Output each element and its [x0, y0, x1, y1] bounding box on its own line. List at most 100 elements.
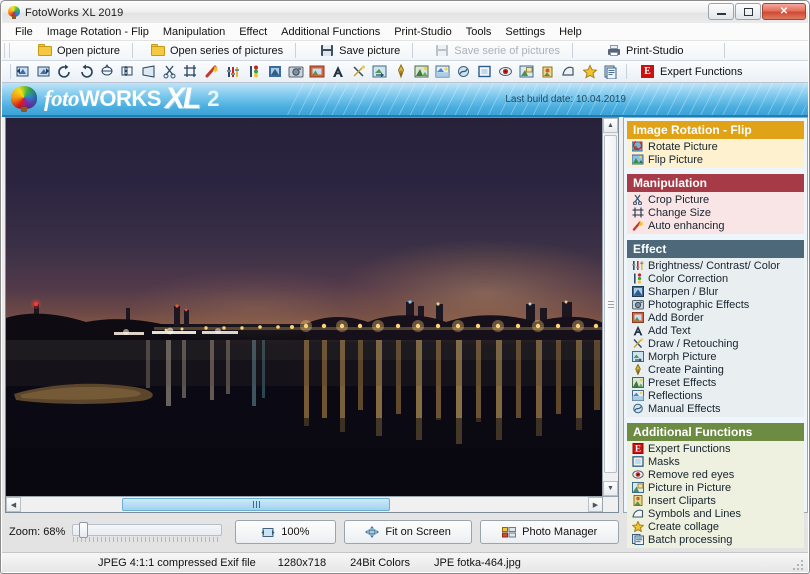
save-series-button[interactable]: Save serie of pictures	[415, 42, 570, 60]
sidebar-item-color-correction[interactable]: Color Correction	[627, 272, 804, 285]
logo-works: WORKS	[79, 86, 161, 112]
picture-in-picture-icon[interactable]	[517, 62, 536, 81]
group-header-effect[interactable]: Effect	[627, 240, 804, 258]
fit-on-screen-button[interactable]: Fit on Screen	[344, 520, 473, 544]
preset-effects-icon[interactable]	[412, 62, 431, 81]
sidebar-item-create-collage[interactable]: Create collage	[627, 520, 804, 533]
sidebar-item-manual-effects[interactable]: Manual Effects	[627, 402, 804, 415]
crop-scissors-icon[interactable]	[160, 62, 179, 81]
insert-cliparts-icon[interactable]	[538, 62, 557, 81]
sidebar-item-draw-retouching[interactable]: Draw / Retouching	[627, 337, 804, 350]
print-studio-button[interactable]: Print-Studio	[575, 42, 693, 60]
sidebar-item-auto-enhancing[interactable]: Auto enhancing	[627, 219, 804, 232]
open-picture-button[interactable]: Open picture	[12, 42, 130, 60]
masks-icon[interactable]	[475, 62, 494, 81]
add-text-icon[interactable]	[328, 62, 347, 81]
photographic-effects-icon[interactable]	[286, 62, 305, 81]
batch-processing-icon[interactable]	[601, 62, 620, 81]
crop-frame-icon[interactable]	[181, 62, 200, 81]
minimize-button[interactable]	[708, 3, 734, 20]
scroll-right-button[interactable]: ▶	[588, 497, 603, 512]
sidebar-item-preset-effects[interactable]: Preset Effects	[627, 376, 804, 389]
rotate-left-icon[interactable]	[13, 62, 32, 81]
menu-settings[interactable]: Settings	[498, 24, 552, 40]
morph-picture-icon[interactable]	[370, 62, 389, 81]
group-header-manipulation[interactable]: Manipulation	[627, 174, 804, 192]
horizontal-scroll-thumb[interactable]	[122, 498, 390, 511]
scroll-up-button[interactable]: ▲	[603, 118, 618, 133]
sidebar-item-brightness-contrast-color[interactable]: Brightness/ Contrast/ Color	[627, 259, 804, 272]
menu-file[interactable]: File	[8, 24, 40, 40]
menu-help[interactable]: Help	[552, 24, 589, 40]
menu-print-studio[interactable]: Print-Studio	[387, 24, 458, 40]
sidebar-item-sharpen-blur[interactable]: Sharpen / Blur	[627, 285, 804, 298]
color-correction-icon[interactable]	[244, 62, 263, 81]
menu-tools[interactable]: Tools	[459, 24, 499, 40]
sidebar-item-reflections[interactable]: Reflections	[627, 389, 804, 402]
canvas-vertical-scrollbar[interactable]: ▲ ▼	[602, 118, 618, 496]
sidebar-item-remove-red-eyes[interactable]: Remove red eyes	[627, 468, 804, 481]
auto-enhance-wand-icon[interactable]	[202, 62, 221, 81]
rotate-right-icon[interactable]	[34, 62, 53, 81]
photo-manager-button[interactable]: Photo Manager	[480, 520, 619, 544]
sidebar-item-expert-functions[interactable]: E Expert Functions	[627, 442, 804, 455]
sidebar-item-batch-processing[interactable]: Batch processing	[627, 533, 804, 546]
vertical-scroll-thumb[interactable]	[604, 135, 617, 473]
close-button[interactable]: ✕	[762, 3, 806, 20]
menu-additional-functions[interactable]: Additional Functions	[274, 24, 387, 40]
brightness-contrast-icon[interactable]	[223, 62, 242, 81]
reflections-icon[interactable]	[433, 62, 452, 81]
sidebar-item-symbols-and-lines[interactable]: Symbols and Lines	[627, 507, 804, 520]
photo-night-cityscape-river[interactable]	[6, 118, 603, 496]
manual-effects-icon[interactable]	[454, 62, 473, 81]
sidebar-label: Symbols and Lines	[648, 508, 741, 520]
sidebar-item-photographic-effects[interactable]: Photographic Effects	[627, 298, 804, 311]
menu-image-rotation-flip[interactable]: Image Rotation - Flip	[40, 24, 156, 40]
open-series-button[interactable]: Open series of pictures	[135, 42, 293, 60]
print-studio-label: Print-Studio	[626, 45, 683, 57]
sidebar-item-insert-cliparts[interactable]: Insert Cliparts	[627, 494, 804, 507]
flip-vertical-icon[interactable]	[97, 62, 116, 81]
save-picture-button[interactable]: Save picture	[298, 42, 410, 60]
menu-manipulation[interactable]: Manipulation	[156, 24, 232, 40]
sidebar-label: Batch processing	[648, 534, 732, 546]
sidebar-item-add-text[interactable]: Add Text	[627, 324, 804, 337]
zoom-100-button[interactable]: 100%	[235, 520, 336, 544]
sidebar-item-morph-picture[interactable]: Morph Picture	[627, 350, 804, 363]
sidebar-label: Masks	[648, 456, 680, 468]
sidebar-item-add-border[interactable]: Add Border	[627, 311, 804, 324]
sidebar-item-masks[interactable]: Masks	[627, 455, 804, 468]
image-canvas-area[interactable]: ▲ ▼ ◀ ▶	[5, 117, 619, 513]
zoom-slider[interactable]	[72, 522, 220, 542]
scroll-left-button[interactable]: ◀	[6, 497, 21, 512]
flip-horizontal-icon[interactable]	[118, 62, 137, 81]
sidebar-item-picture-in-picture[interactable]: Picture in Picture	[627, 481, 804, 494]
draw-retouch-icon[interactable]	[349, 62, 368, 81]
sidebar-item-rotate-picture[interactable]: Rotate Picture	[627, 140, 804, 153]
sidebar-item-change-size[interactable]: Change Size	[627, 206, 804, 219]
sidebar-item-flip-picture[interactable]: Flip Picture	[627, 153, 804, 166]
symbols-lines-icon[interactable]	[559, 62, 578, 81]
zoom-slider-thumb[interactable]	[79, 522, 88, 538]
zoom-slider-track[interactable]	[72, 524, 222, 536]
sharpen-blur-icon[interactable]	[265, 62, 284, 81]
remove-red-eyes-icon[interactable]	[496, 62, 515, 81]
perspective-icon[interactable]	[139, 62, 158, 81]
toolbar-separator	[10, 64, 11, 79]
expert-functions-button[interactable]: E Expert Functions	[641, 65, 743, 78]
sidebar-item-create-painting[interactable]: Create Painting	[627, 363, 804, 376]
status-format: JPEG 4:1:1 compressed Exif file	[98, 557, 256, 569]
group-header-image-rotation-flip[interactable]: Image Rotation - Flip	[627, 121, 804, 139]
group-header-additional-functions[interactable]: Additional Functions	[627, 423, 804, 441]
sidebar-item-crop-picture[interactable]: Crop Picture	[627, 193, 804, 206]
rotate-cw-icon[interactable]	[55, 62, 74, 81]
resize-grip-icon[interactable]	[793, 558, 805, 570]
create-painting-icon[interactable]	[391, 62, 410, 81]
add-border-icon[interactable]	[307, 62, 326, 81]
maximize-button[interactable]	[735, 3, 761, 20]
rotate-ccw-icon[interactable]	[76, 62, 95, 81]
canvas-horizontal-scrollbar[interactable]: ◀ ▶	[6, 496, 603, 512]
create-collage-icon[interactable]	[580, 62, 599, 81]
scroll-down-button[interactable]: ▼	[603, 481, 618, 496]
menu-effect[interactable]: Effect	[232, 24, 274, 40]
